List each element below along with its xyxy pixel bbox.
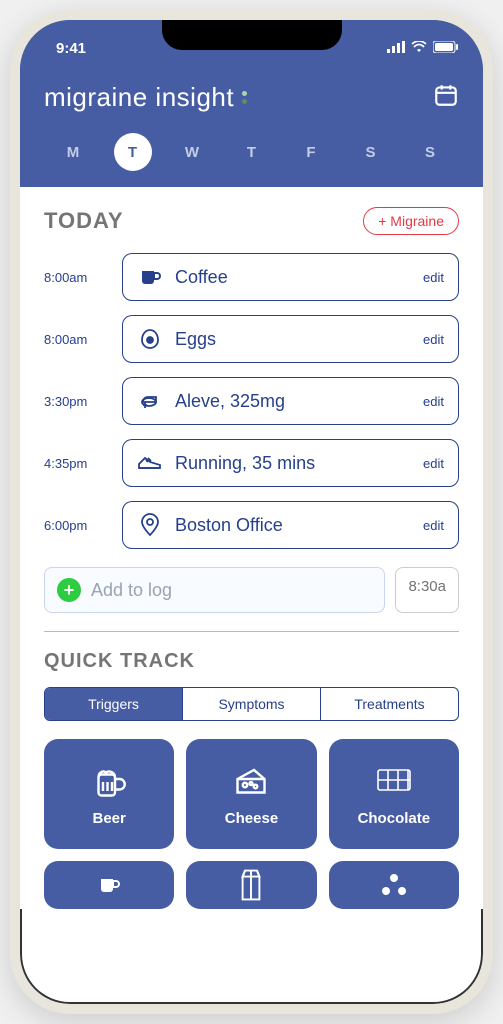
today-heading: TODAY (44, 208, 124, 234)
edit-button[interactable]: edit (423, 332, 444, 347)
add-time-chip[interactable]: 8:30a (395, 567, 459, 613)
log-row: 3:30pm Aleve, 325mg edit (44, 377, 459, 425)
log-time: 3:30pm (44, 394, 108, 409)
log-list: 8:00am Coffee edit 8:00am Eggs edit 3:30pm Alev… (44, 253, 459, 549)
plus-icon: + (57, 578, 81, 602)
tab-symptoms[interactable]: Symptoms (183, 688, 321, 720)
status-icons (387, 40, 459, 57)
mug-icon (89, 865, 129, 905)
app-title-dots (242, 91, 247, 104)
quick-track-grid: Beer Cheese Chocolate (44, 739, 459, 909)
main-content: TODAY + Migraine 8:00am Coffee edit 8:00am E… (20, 187, 483, 909)
app-title: migraine insight (44, 82, 247, 113)
notch (162, 20, 342, 50)
calendar-icon[interactable] (433, 82, 459, 113)
day-6[interactable]: S (411, 133, 449, 171)
log-label: Aleve, 325mg (175, 391, 411, 412)
quick-tile-beer[interactable]: Beer (44, 739, 174, 849)
log-label: Boston Office (175, 515, 411, 536)
tile-label: Chocolate (358, 810, 431, 827)
day-5[interactable]: S (352, 133, 390, 171)
day-1[interactable]: T (114, 133, 152, 171)
day-0[interactable]: M (54, 133, 92, 171)
quick-tile[interactable] (44, 861, 174, 909)
log-label: Eggs (175, 329, 411, 350)
day-selector: MTWTFSS (44, 127, 459, 187)
log-time: 8:00am (44, 270, 108, 285)
tab-treatments[interactable]: Treatments (321, 688, 458, 720)
tab-triggers[interactable]: Triggers (45, 688, 183, 720)
pill-icon (137, 388, 163, 414)
log-time: 4:35pm (44, 456, 108, 471)
cheese-icon (231, 762, 271, 802)
mug-icon (137, 264, 163, 290)
edit-button[interactable]: edit (423, 456, 444, 471)
log-row: 6:00pm Boston Office edit (44, 501, 459, 549)
edit-button[interactable]: edit (423, 518, 444, 533)
divider (44, 631, 459, 632)
log-label: Running, 35 mins (175, 453, 411, 474)
log-card[interactable]: Boston Office edit (122, 501, 459, 549)
log-time: 6:00pm (44, 518, 108, 533)
chocolate-icon (374, 762, 414, 802)
log-card[interactable]: Aleve, 325mg edit (122, 377, 459, 425)
day-4[interactable]: F (292, 133, 330, 171)
log-row: 8:00am Coffee edit (44, 253, 459, 301)
tile-label: Cheese (225, 810, 278, 827)
day-3[interactable]: T (233, 133, 271, 171)
add-migraine-button[interactable]: + Migraine (363, 207, 459, 235)
log-card[interactable]: Running, 35 mins edit (122, 439, 459, 487)
dots-icon (374, 865, 414, 905)
log-time: 8:00am (44, 332, 108, 347)
wifi-icon (411, 40, 427, 57)
quick-tile[interactable] (186, 861, 316, 909)
quick-track-heading: QUICK TRACK (44, 650, 459, 673)
log-card[interactable]: Eggs edit (122, 315, 459, 363)
tile-label: Beer (92, 810, 125, 827)
quick-tile-chocolate[interactable]: Chocolate (329, 739, 459, 849)
app-title-text: migraine insight (44, 82, 234, 113)
location-icon (137, 512, 163, 538)
log-row: 4:35pm Running, 35 mins edit (44, 439, 459, 487)
milk-icon (231, 865, 271, 905)
add-to-log-input[interactable]: + Add to log (44, 567, 385, 613)
battery-icon (433, 40, 459, 57)
quick-tile-cheese[interactable]: Cheese (186, 739, 316, 849)
signal-icon (387, 40, 405, 57)
beer-icon (89, 762, 129, 802)
quick-track-tabs: TriggersSymptomsTreatments (44, 687, 459, 721)
shoe-icon (137, 450, 163, 476)
edit-button[interactable]: edit (423, 270, 444, 285)
status-time: 9:41 (44, 40, 86, 57)
log-label: Coffee (175, 267, 411, 288)
day-2[interactable]: W (173, 133, 211, 171)
quick-tile[interactable] (329, 861, 459, 909)
log-card[interactable]: Coffee edit (122, 253, 459, 301)
log-row: 8:00am Eggs edit (44, 315, 459, 363)
egg-icon (137, 326, 163, 352)
edit-button[interactable]: edit (423, 394, 444, 409)
phone-frame: 9:41 migraine insight (10, 10, 493, 1014)
add-placeholder: Add to log (91, 580, 172, 601)
